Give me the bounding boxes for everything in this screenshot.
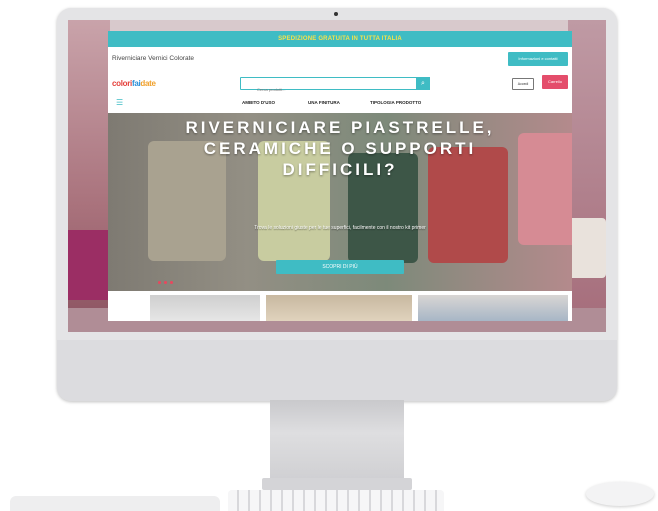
imac-stand xyxy=(270,400,404,482)
keyboard xyxy=(228,490,444,511)
category-thumbnail[interactable] xyxy=(418,295,568,321)
search-icon[interactable]: ⌕ xyxy=(416,77,430,90)
main-nav: ☰ AMBITO D'USO UNA FINITURA TIPOLOGIA PR… xyxy=(108,95,572,113)
imac-stand-foot xyxy=(262,478,412,490)
category-thumbnail[interactable] xyxy=(150,295,260,321)
cart-button[interactable]: Carrello xyxy=(542,75,568,89)
hero-headline: RIVERNICIARE PIASTRELLE, CERAMICHE O SUP… xyxy=(108,117,572,180)
background-chair xyxy=(568,218,606,278)
promo-bar: SPEDIZIONE GRATUITA IN TUTTA ITALIA xyxy=(108,31,572,47)
hero-cta-button[interactable]: SCOPRI DI PIÙ xyxy=(276,260,404,274)
camera-icon xyxy=(334,12,338,16)
hero-headline-line: DIFFICILI? xyxy=(282,160,398,179)
category-thumbnail[interactable] xyxy=(266,295,412,321)
background-sofa xyxy=(68,230,110,300)
hero-headline-line: RIVERNICIARE PIASTRELLE, xyxy=(185,118,495,137)
slider-dot[interactable] xyxy=(164,281,167,284)
search-input[interactable] xyxy=(241,84,427,95)
logo-part-1: colori xyxy=(112,79,132,88)
nav-item-ambito[interactable]: AMBITO D'USO xyxy=(242,100,275,105)
background-room-right xyxy=(568,20,606,332)
slider-dot[interactable] xyxy=(158,281,161,284)
hero-subtitle: Trova le soluzioni giuste per le tue sup… xyxy=(254,225,426,231)
search-bar: ⌕ xyxy=(240,77,430,95)
site-logo[interactable]: colorifaidate xyxy=(112,77,188,90)
hero-headline-line: CERAMICHE O SUPPORTI xyxy=(203,139,477,158)
nav-item-tipologia[interactable]: TIPOLOGIA PRODOTTO xyxy=(370,100,421,105)
nav-item-finitura[interactable]: UNA FINITURA xyxy=(308,100,340,105)
slider-dot[interactable] xyxy=(170,281,173,284)
imac-chin xyxy=(57,340,617,401)
logo-search-row: colorifaidate ⌕ Accedi Carrello xyxy=(108,73,572,95)
hero-slider: RIVERNICIARE PIASTRELLE, CERAMICHE O SUP… xyxy=(108,113,572,291)
login-button[interactable]: Accedi xyxy=(512,78,534,90)
screen: SPEDIZIONE GRATUITA IN TUTTA ITALIA Rive… xyxy=(68,20,606,332)
info-contacts-button[interactable]: Informazioni e contatti xyxy=(508,52,568,66)
mouse xyxy=(586,482,654,506)
hamburger-menu-icon[interactable]: ☰ xyxy=(116,98,123,108)
website: SPEDIZIONE GRATUITA IN TUTTA ITALIA Rive… xyxy=(108,31,572,321)
tagline: Riverniciare Vernici Colorate xyxy=(112,55,195,62)
slider-dots[interactable] xyxy=(158,271,176,289)
top-header: Riverniciare Vernici Colorate Informazio… xyxy=(108,47,572,73)
logo-part-3: date xyxy=(140,79,156,88)
desk-item xyxy=(10,496,220,511)
